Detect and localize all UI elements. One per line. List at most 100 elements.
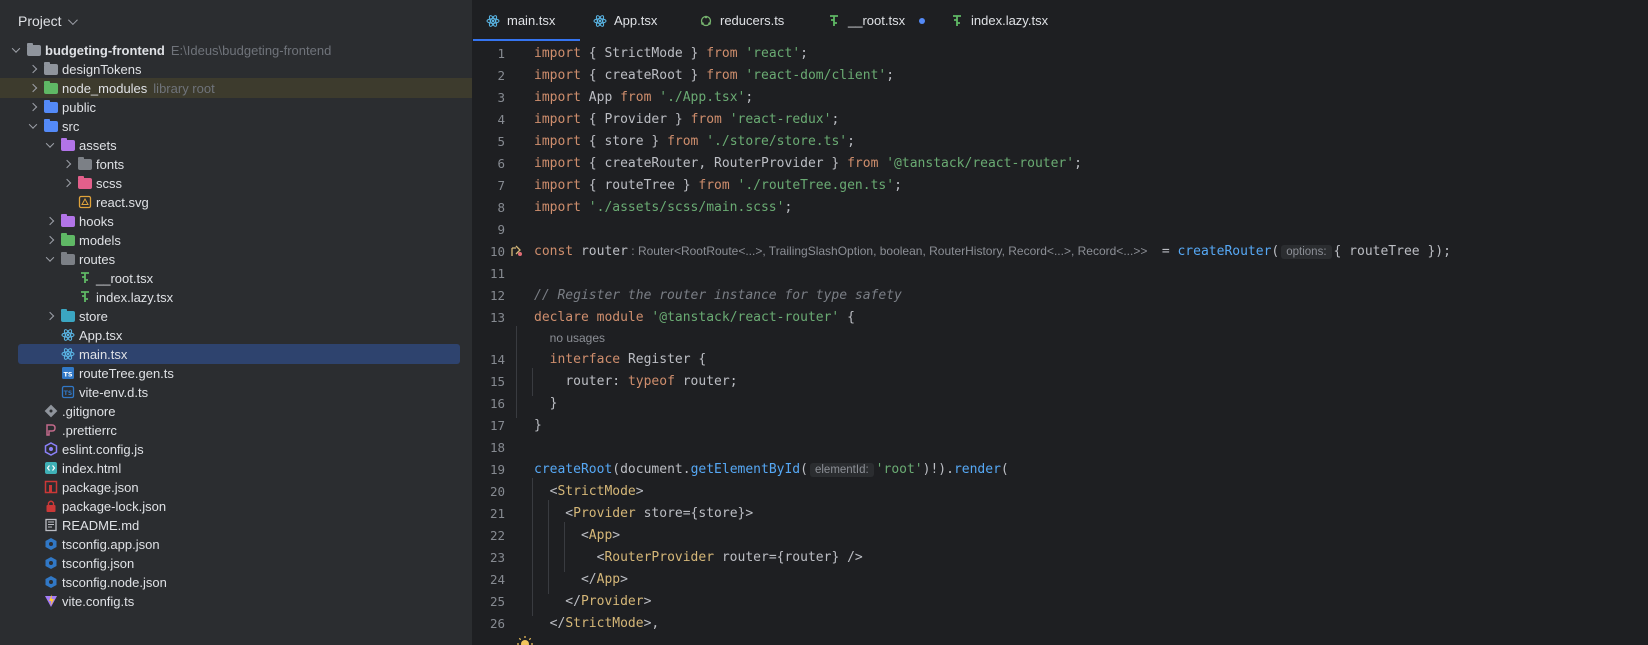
code-token: } — [682, 45, 707, 61]
code-line[interactable]: 24 </App> — [473, 568, 1648, 590]
code-line[interactable]: 26 </StrictMode>, — [473, 612, 1648, 634]
editor-tab[interactable]: reducers.ts — [686, 0, 814, 41]
code-line[interactable]: 8 import './assets/scss/main.scss'; — [473, 196, 1648, 218]
code-line[interactable]: 16 } — [473, 392, 1648, 414]
code-token: ; — [1074, 155, 1082, 171]
tree-item[interactable]: tsconfig.json — [0, 553, 472, 573]
code-token: ; — [800, 45, 808, 61]
code-content: // Register the router instance for type… — [515, 288, 902, 303]
tree-item[interactable]: App.tsx — [0, 325, 472, 345]
chevron-down-icon[interactable] — [42, 137, 58, 153]
code-editor[interactable]: 1 import { StrictMode } from 'react'; 2 imp… — [473, 41, 1648, 645]
code-token: from — [690, 111, 722, 127]
tree-item[interactable]: TS vite-env.d.ts — [0, 382, 472, 402]
project-header[interactable]: Project — [0, 0, 472, 42]
chevron-right-icon[interactable] — [25, 61, 41, 77]
folder-icon — [60, 232, 76, 248]
code-line[interactable]: 25 </Provider> — [473, 590, 1648, 612]
code-line[interactable]: 1 import { StrictMode } from 'react'; — [473, 42, 1648, 64]
code-line[interactable]: 22 <App> — [473, 524, 1648, 546]
code-line[interactable]: 17} — [473, 414, 1648, 436]
chevron-right-icon[interactable] — [25, 99, 41, 115]
code-line[interactable]: 3 import App from './App.tsx'; — [473, 86, 1648, 108]
code-line[interactable]: 2 import { createRoot } from 'react-dom/c… — [473, 64, 1648, 86]
code-token: < — [534, 549, 605, 565]
run-icon[interactable] — [509, 244, 523, 258]
chevron-down-icon[interactable] — [67, 14, 78, 25]
tree-item[interactable]: .prettierrc — [0, 420, 472, 440]
editor-tab[interactable]: main.tsx — [473, 0, 580, 41]
code-line[interactable]: 6 import { createRouter, RouterProvider }… — [473, 152, 1648, 174]
tree-item[interactable]: __root.tsx — [0, 268, 472, 288]
tree-item[interactable]: hooks — [0, 211, 472, 231]
tree-item[interactable]: assets — [0, 135, 472, 155]
line-number: 21 — [489, 505, 505, 521]
code-token: App — [596, 571, 621, 587]
code-line[interactable]: 9 — [473, 218, 1648, 240]
tree-item[interactable]: vite.config.ts — [0, 591, 472, 611]
editor-tab[interactable]: __root.tsx — [814, 0, 937, 41]
code-line[interactable]: 13 declare module '@tanstack/react-router… — [473, 306, 1648, 328]
code-line[interactable]: 4 import { Provider } from 'react-redux'; — [473, 108, 1648, 130]
tree-item[interactable]: package-lock.json — [0, 496, 472, 516]
npm-icon — [43, 479, 59, 495]
tree-item[interactable]: fonts — [0, 154, 472, 174]
code-line[interactable]: 11 — [473, 262, 1648, 284]
code-line[interactable]: 5 import { store } from './store/store.ts… — [473, 130, 1648, 152]
chevron-right-icon[interactable] — [42, 213, 58, 229]
code-line[interactable]: 12 // Register the router instance for ty… — [473, 284, 1648, 306]
chevron-right-icon[interactable] — [42, 232, 58, 248]
chevron-down-icon[interactable] — [42, 251, 58, 267]
lightbulb-icon[interactable] — [517, 636, 533, 645]
tree-item[interactable]: scss — [0, 173, 472, 193]
tree-item[interactable]: TS routeTree.gen.ts — [0, 363, 472, 383]
code-line[interactable]: 15 router: typeof router; — [473, 370, 1648, 392]
code-line[interactable]: 20 <StrictMode> — [473, 480, 1648, 502]
tree-item[interactable]: .gitignore — [0, 401, 472, 421]
tree-item[interactable]: README.md — [0, 515, 472, 535]
code-token: from — [698, 177, 730, 193]
code-lens[interactable]: no usages — [473, 328, 1648, 348]
tree-item[interactable]: budgeting-frontend E:\Ideus\budgeting-fro… — [0, 40, 472, 60]
tab-label: reducers.ts — [720, 13, 785, 28]
code-line[interactable]: 23 <RouterProvider router={router} /> — [473, 546, 1648, 568]
code-line[interactable]: 21 <Provider store={store}> — [473, 502, 1648, 524]
tree-item[interactable]: tsconfig.node.json — [0, 572, 472, 592]
code-token: '@tanstack/react-router' — [651, 309, 840, 325]
code-line[interactable]: 19 createRoot(document.getElementById(ele… — [473, 458, 1648, 480]
chevron-right-icon[interactable] — [25, 80, 41, 96]
editor-tab[interactable]: App.tsx — [580, 0, 686, 41]
code-line[interactable]: 10 const router : Router<RootRoute<...>, … — [473, 240, 1648, 262]
chevron-right-icon[interactable] — [59, 175, 75, 191]
tree-item[interactable]: models — [0, 230, 472, 250]
tree-item[interactable]: routes — [0, 249, 472, 269]
code-line[interactable]: 14 interface Register { — [473, 348, 1648, 370]
tree-item[interactable]: main.tsx — [18, 344, 460, 364]
code-token: ( — [612, 461, 621, 477]
tree-item[interactable]: react.svg — [0, 192, 472, 212]
tree-item[interactable]: src — [0, 116, 472, 136]
tree-item[interactable]: package.json — [0, 477, 472, 497]
tree-item[interactable]: node_modules library root — [0, 78, 472, 98]
project-title[interactable]: Project — [18, 13, 62, 29]
tree-item[interactable]: store — [0, 306, 472, 326]
code-line[interactable]: 18 — [473, 436, 1648, 458]
tree-item[interactable]: designTokens — [0, 59, 472, 79]
chevron-down-icon[interactable] — [25, 118, 41, 134]
line-number: 4 — [497, 111, 505, 127]
chevron-down-icon[interactable] — [8, 42, 24, 58]
chevron-right-icon[interactable] — [42, 308, 58, 324]
usages-hint[interactable]: no usages — [550, 331, 605, 345]
tree-item[interactable]: index.lazy.tsx — [0, 287, 472, 307]
editor-tab[interactable]: index.lazy.tsx — [937, 0, 1048, 41]
tree-item[interactable]: public — [0, 97, 472, 117]
tree-item[interactable]: tsconfig.app.json — [0, 534, 472, 554]
chevron-right-icon[interactable] — [59, 156, 75, 172]
code-line[interactable]: 7 import { routeTree } from './routeTree.… — [473, 174, 1648, 196]
tree-item[interactable]: eslint.config.js — [0, 439, 472, 459]
tree-item[interactable]: index.html — [0, 458, 472, 478]
